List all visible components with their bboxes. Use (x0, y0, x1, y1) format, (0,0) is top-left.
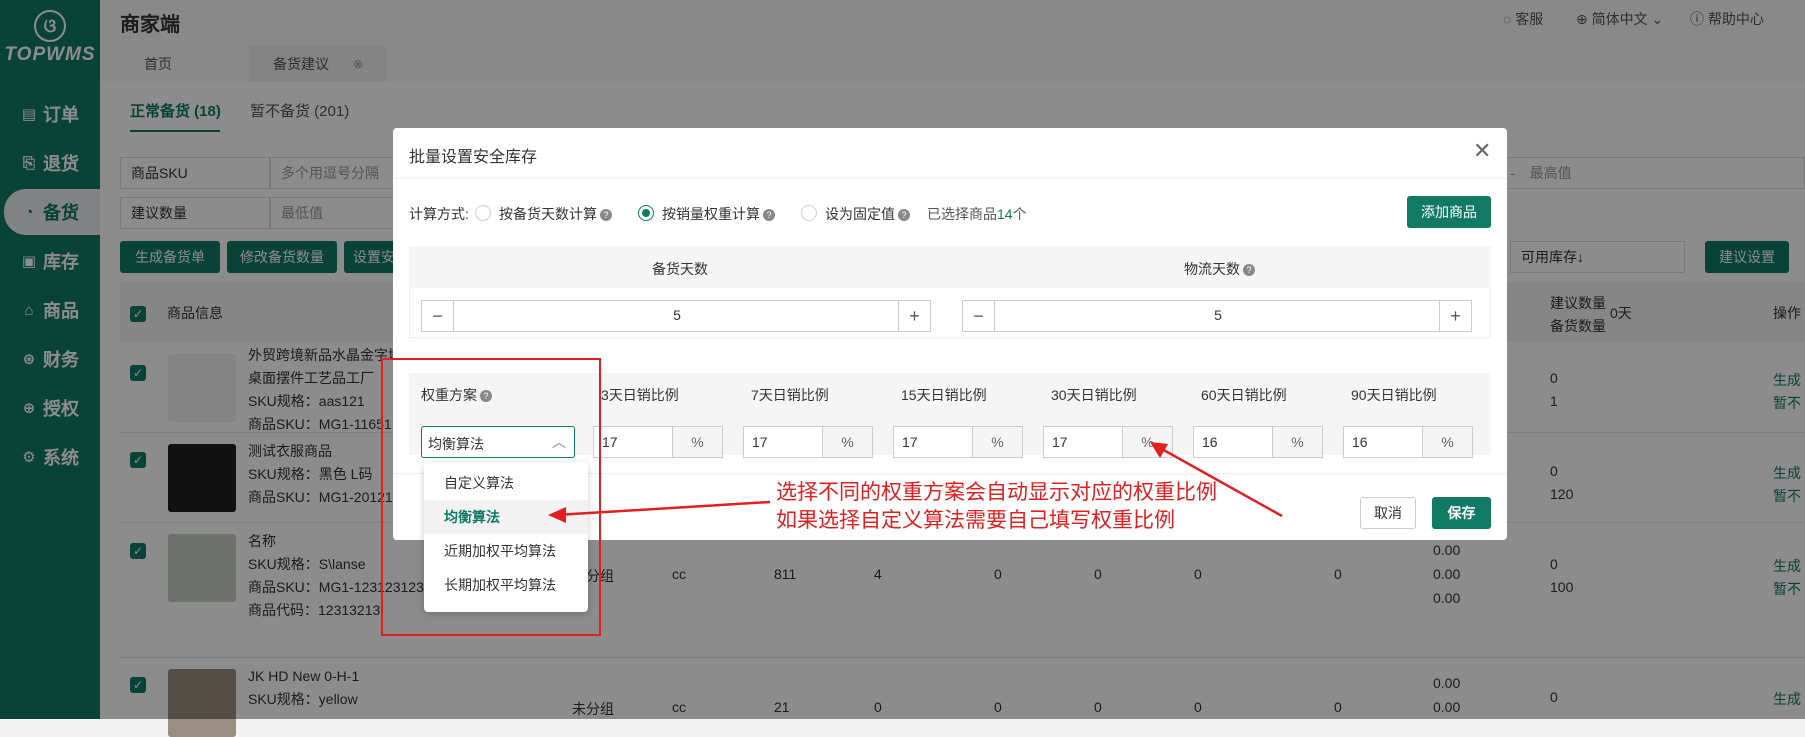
annotation-text: 选择不同的权重方案会自动显示对应的权重比例 如果选择自定义算法需要自己填写权重比… (776, 479, 1217, 535)
annotation-line: 如果选择自定义算法需要自己填写权重比例 (776, 509, 1175, 532)
annotation-line: 选择不同的权重方案会自动显示对应的权重比例 (776, 481, 1217, 504)
annotation-arrows (548, 442, 1283, 523)
annotation-arrow-line (555, 500, 771, 517)
annotation-arrow-head (548, 507, 566, 523)
